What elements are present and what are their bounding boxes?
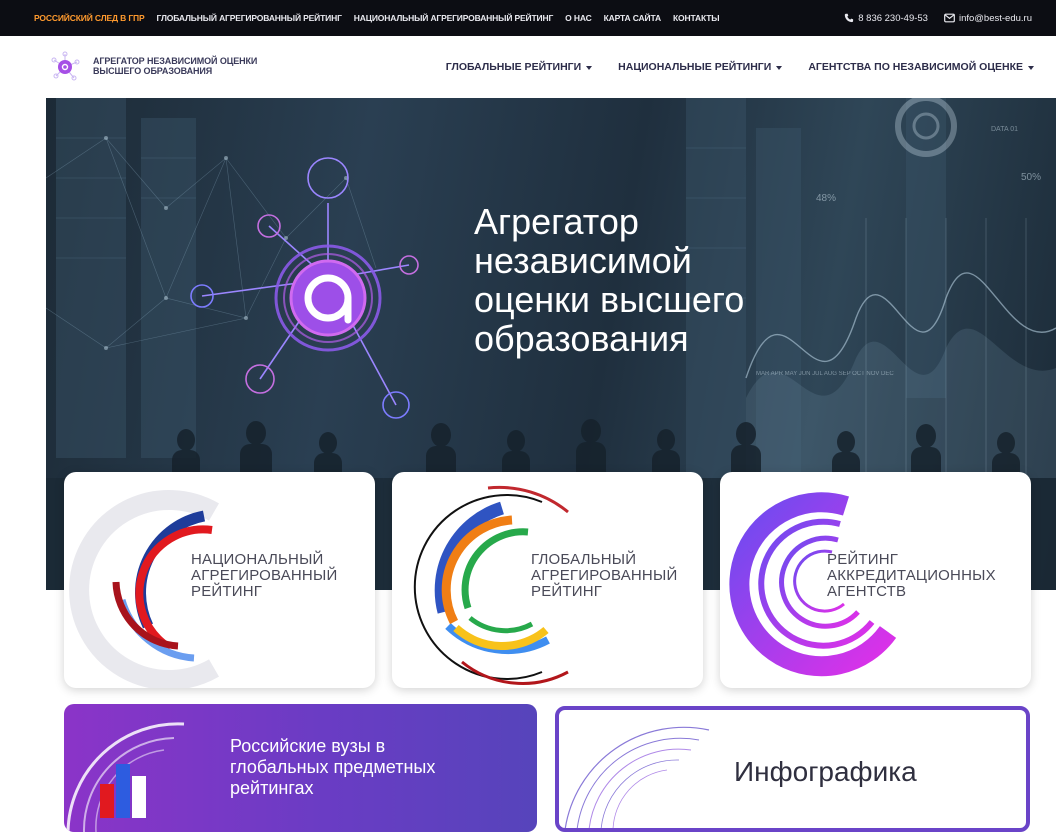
card-line: РЕЙТИНГ [827,551,899,568]
email-address: info@best-edu.ru [958,12,1032,24]
bg-data-label: DATA 01 [991,126,1018,133]
bg-percent-48: 48% [816,193,836,204]
card-line: РЕЙТИНГ [531,583,603,600]
card-global-rating[interactable]: ГЛОБАЛЬНЫЙ АГРЕГИРОВАННЫЙ РЕЙТИНГ [392,472,703,688]
brand-line-2: ВЫСШЕГО ОБРАЗОВАНИЯ [93,66,213,76]
hero-title-line-1: Агрегатор [474,201,639,242]
logo-icon[interactable] [48,50,82,84]
card-line: АККРЕДИТАЦИОННЫХ [827,567,996,584]
hero-title-line-4: образования [474,318,689,359]
card-line: ГЛОБАЛЬНЫЙ [531,551,637,568]
promo-subject-rankings[interactable]: Российские вузы в глобальных предметных … [64,704,537,832]
hero-title: Агрегатор независимой оценки высшего обр… [474,202,744,358]
promo-line: Российские вузы в [230,736,386,756]
mail-icon [944,13,955,23]
top-bar: РОССИЙСКИЙ СЛЕД В ГПР ГЛОБАЛЬНЫЙ АГРЕГИР… [0,0,1056,36]
top-link-sitemap[interactable]: КАРТА САЙТА [604,13,662,23]
nav-label: ГЛОБАЛЬНЫЕ РЕЙТИНГИ [445,61,582,73]
infographics-icon [564,726,710,828]
phone-icon [845,13,854,23]
card-line: РЕЙТИНГ [191,583,263,600]
brand-name[interactable]: АГРЕГАТОР НЕЗАВИСИМОЙ ОЦЕНКИ ВЫСШЕГО ОБР… [93,56,323,76]
promo-line: глобальных предметных [230,757,436,777]
nav-label: АГЕНТСТВА ПО НЕЗАВИСИМОЙ ОЦЕНКЕ [808,61,1023,73]
top-contacts: 8 836 230-49-53 info@best-edu.ru [844,0,1032,36]
main-nav: ГЛОБАЛЬНЫЕ РЕЙТИНГИ НАЦИОНАЛЬНЫЕ РЕЙТИНГ… [446,36,1034,98]
top-link-contacts[interactable]: КОНТАКТЫ [673,13,720,23]
email-link[interactable]: info@best-edu.ru [944,13,1032,24]
nav-label: НАЦИОНАЛЬНЫЕ РЕЙТИНГИ [618,61,772,73]
card-line: АГРЕГИРОВАННЫЙ [531,567,678,584]
card-label: ГЛОБАЛЬНЫЙ АГРЕГИРОВАННЫЙ РЕЙТИНГ [531,552,677,600]
caret-down-icon [776,66,783,70]
phone-link[interactable]: 8 836 230-49-53 [844,13,928,24]
site-header: АГРЕГАТОР НЕЗАВИСИМОЙ ОЦЕНКИ ВЫСШЕГО ОБР… [0,36,1056,98]
top-links: РОССИЙСКИЙ СЛЕД В ГПР ГЛОБАЛЬНЫЙ АГРЕГИР… [34,0,720,36]
promo-infographics[interactable]: Инфографика [555,706,1030,832]
top-link-global-rating[interactable]: ГЛОБАЛЬНЫЙ АГРЕГИРОВАННЫЙ РЕЙТИНГ [157,13,342,23]
top-link-national-rating[interactable]: НАЦИОНАЛЬНЫЙ АГРЕГИРОВАННЫЙ РЕЙТИНГ [354,13,554,23]
card-label: НАЦИОНАЛЬНЫЙ АГРЕГИРОВАННЫЙ РЕЙТИНГ [191,552,337,600]
card-accreditation-agencies[interactable]: РЕЙТИНГ АККРЕДИТАЦИОННЫХ АГЕНТСТВ [720,472,1031,688]
hero-network-icon [190,157,419,419]
caret-down-icon [1028,66,1034,70]
card-line: АГЕНТСТВ [827,583,907,600]
card-national-rating[interactable]: НАЦИОНАЛЬНЫЙ АГРЕГИРОВАННЫЙ РЕЙТИНГ [64,472,375,688]
nav-global-ratings[interactable]: ГЛОБАЛЬНЫЕ РЕЙТИНГИ [445,61,593,73]
card-line: НАЦИОНАЛЬНЫЙ [191,551,324,568]
brand-line-1: АГРЕГАТОР НЕЗАВИСИМОЙ ОЦЕНКИ [93,56,258,66]
bg-percent-50: 50% [1021,172,1041,183]
top-link-russian-trace[interactable]: РОССИЙСКИЙ СЛЕД В ГПР [34,13,145,23]
nav-agencies[interactable]: АГЕНТСТВА ПО НЕЗАВИСИМОЙ ОЦЕНКЕ [808,61,1034,73]
phone-number: 8 836 230-49-53 [858,12,928,24]
top-link-about[interactable]: О НАС [565,13,592,23]
promo-line: рейтингах [230,778,314,798]
promo-infographics-text: Инфографика [734,756,917,787]
promo-subject-rankings-text: Российские вузы в глобальных предметных … [230,736,435,799]
card-label: РЕЙТИНГ АККРЕДИТАЦИОННЫХ АГЕНТСТВ [827,552,996,600]
hero-title-line-3: оценки высшего [474,279,745,320]
nav-national-ratings[interactable]: НАЦИОНАЛЬНЫЕ РЕЙТИНГИ [618,61,783,73]
hero-title-line-2: независимой [474,240,692,281]
caret-down-icon [586,66,593,70]
subject-rankings-icon [66,722,185,832]
bg-month-axis: MAR APR MAY JUN JUL AUG SEP OCT NOV DEC [756,371,894,377]
card-line: АГРЕГИРОВАННЫЙ [191,567,338,584]
